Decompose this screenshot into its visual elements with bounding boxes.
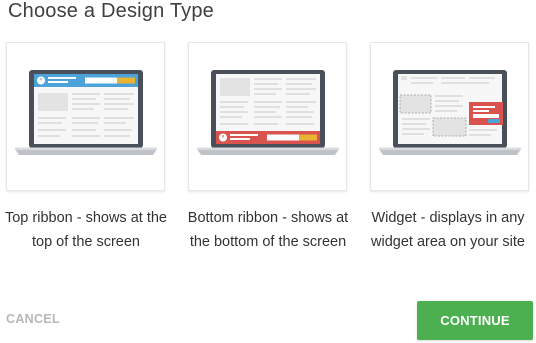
laptop-top-ribbon-icon [15,70,157,155]
laptop-bottom-ribbon-icon [197,70,339,155]
caption-bottom-ribbon: Bottom ribbon - shows at the bottom of t… [187,210,349,250]
dialog-title: Choose a Design Type [8,0,214,22]
cancel-button[interactable]: CANCEL [6,312,60,326]
design-card-bottom-ribbon[interactable] [188,42,347,191]
caption-widget: Widget - displays in any widget area on … [371,210,525,250]
laptop-widget-icon [379,70,521,155]
design-card-widget[interactable] [370,42,529,191]
caption-top-ribbon: Top ribbon - shows at the top of the scr… [4,210,167,250]
design-card-top-ribbon[interactable] [6,42,165,191]
continue-button[interactable]: CONTINUE [417,301,533,340]
